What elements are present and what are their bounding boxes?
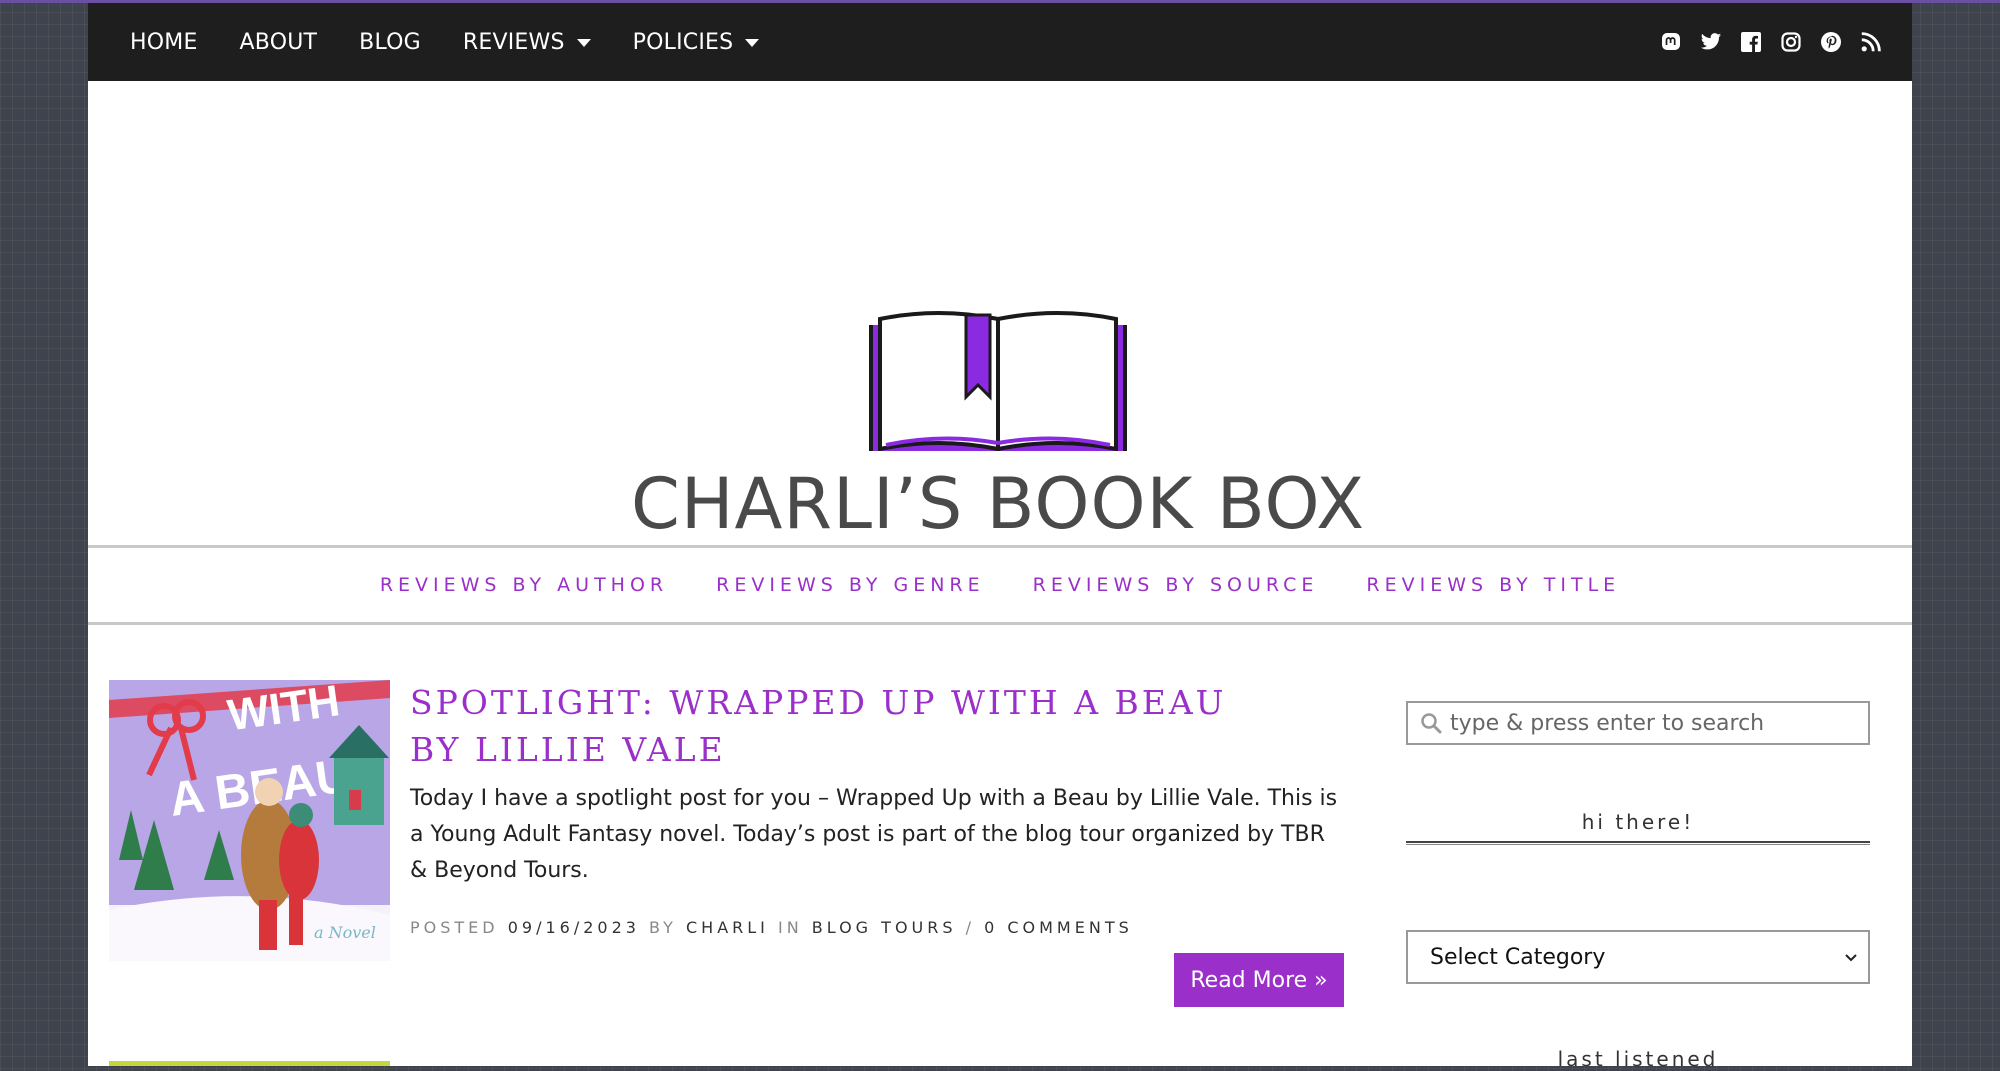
post-date: 09/16/2023	[507, 918, 640, 937]
top-navigation-bar: HOME ABOUT BLOG REVIEWS POLICIES	[88, 3, 1912, 81]
site-logo-text: CHARLI’S BOOK BOX	[630, 463, 1366, 545]
mastodon-icon[interactable]	[1660, 31, 1682, 53]
hi-there-widget-title: hi there!	[1581, 810, 1695, 834]
social-links	[1660, 3, 1882, 81]
post-meta: POSTED 09/16/2023 BY CHARLI IN BLOG TOUR…	[410, 918, 1133, 937]
pinterest-icon[interactable]	[1820, 31, 1842, 53]
chevron-down-icon	[1844, 948, 1858, 967]
post-comments-link[interactable]: 0 COMMENTS	[984, 918, 1133, 937]
subnav-reviews-by-source[interactable]: REVIEWS BY SOURCE	[1033, 574, 1319, 596]
category-select-value: Select Category	[1430, 944, 1606, 970]
nav-item-blog[interactable]: BLOG	[359, 30, 421, 55]
secondary-nav: REVIEWS BY AUTHOR REVIEWS BY GENRE REVIE…	[88, 545, 1912, 625]
site-header: CHARLI’S BOOK BOX	[88, 81, 1912, 545]
nav-label-policies: POLICIES	[632, 29, 734, 55]
search-placeholder: type & press enter to search	[1450, 710, 1765, 736]
twitter-icon[interactable]	[1700, 31, 1722, 53]
post-thumbnail[interactable]: WITH A BEAU a Novel	[109, 680, 390, 961]
main-nav: HOME ABOUT BLOG REVIEWS POLICIES	[130, 3, 801, 81]
subnav-reviews-by-author[interactable]: REVIEWS BY AUTHOR	[380, 574, 668, 596]
in-label: IN	[777, 918, 803, 937]
svg-text:a Novel: a Novel	[314, 923, 376, 942]
caret-down-icon	[576, 39, 591, 47]
subnav-reviews-by-genre[interactable]: REVIEWS BY GENRE	[716, 574, 985, 596]
post-excerpt: Today I have a spotlight post for you – …	[410, 786, 1338, 883]
nav-label-about: ABOUT	[239, 29, 318, 55]
nav-item-home[interactable]: HOME	[130, 30, 198, 55]
nav-label-home: HOME	[130, 29, 198, 55]
nav-item-reviews[interactable]: REVIEWS	[463, 30, 591, 55]
instagram-icon[interactable]	[1780, 31, 1802, 53]
subnav-reviews-by-title[interactable]: REVIEWS BY TITLE	[1366, 574, 1620, 596]
post-title-link[interactable]: SPOTLIGHT: WRAPPED UP WITH A BEAU BY LIL…	[410, 679, 1290, 773]
by-label: BY	[649, 918, 677, 937]
caret-down-icon	[745, 39, 760, 47]
posted-label: POSTED	[410, 918, 499, 937]
book-cover-image: WITH A BEAU a Novel	[109, 680, 390, 961]
nav-item-policies[interactable]: POLICIES	[633, 30, 760, 55]
read-more-button[interactable]: Read More »	[1174, 953, 1344, 1007]
site-logo[interactable]: CHARLI’S BOOK BOX	[628, 191, 1368, 545]
nav-item-about[interactable]: ABOUT	[240, 30, 318, 55]
post-author-link[interactable]: CHARLI	[686, 918, 769, 937]
next-post-thumbnail[interactable]	[109, 1061, 390, 1066]
widget-divider	[1406, 841, 1870, 845]
nav-label-blog: BLOG	[359, 29, 421, 55]
search-icon	[1420, 712, 1442, 734]
post-category-link[interactable]: BLOG TOURS	[812, 918, 957, 937]
open-book-logo-icon	[869, 311, 1127, 462]
last-listened-widget-title: last listened	[1557, 1047, 1719, 1071]
rss-icon[interactable]	[1860, 31, 1882, 53]
category-select[interactable]: Select Category	[1406, 930, 1870, 984]
facebook-icon[interactable]	[1740, 31, 1762, 53]
meta-separator: /	[965, 918, 975, 937]
search-input[interactable]: type & press enter to search	[1406, 701, 1870, 745]
nav-label-reviews: REVIEWS	[462, 29, 565, 55]
page-container: HOME ABOUT BLOG REVIEWS POLICIES CHARLI’…	[88, 3, 1912, 1071]
